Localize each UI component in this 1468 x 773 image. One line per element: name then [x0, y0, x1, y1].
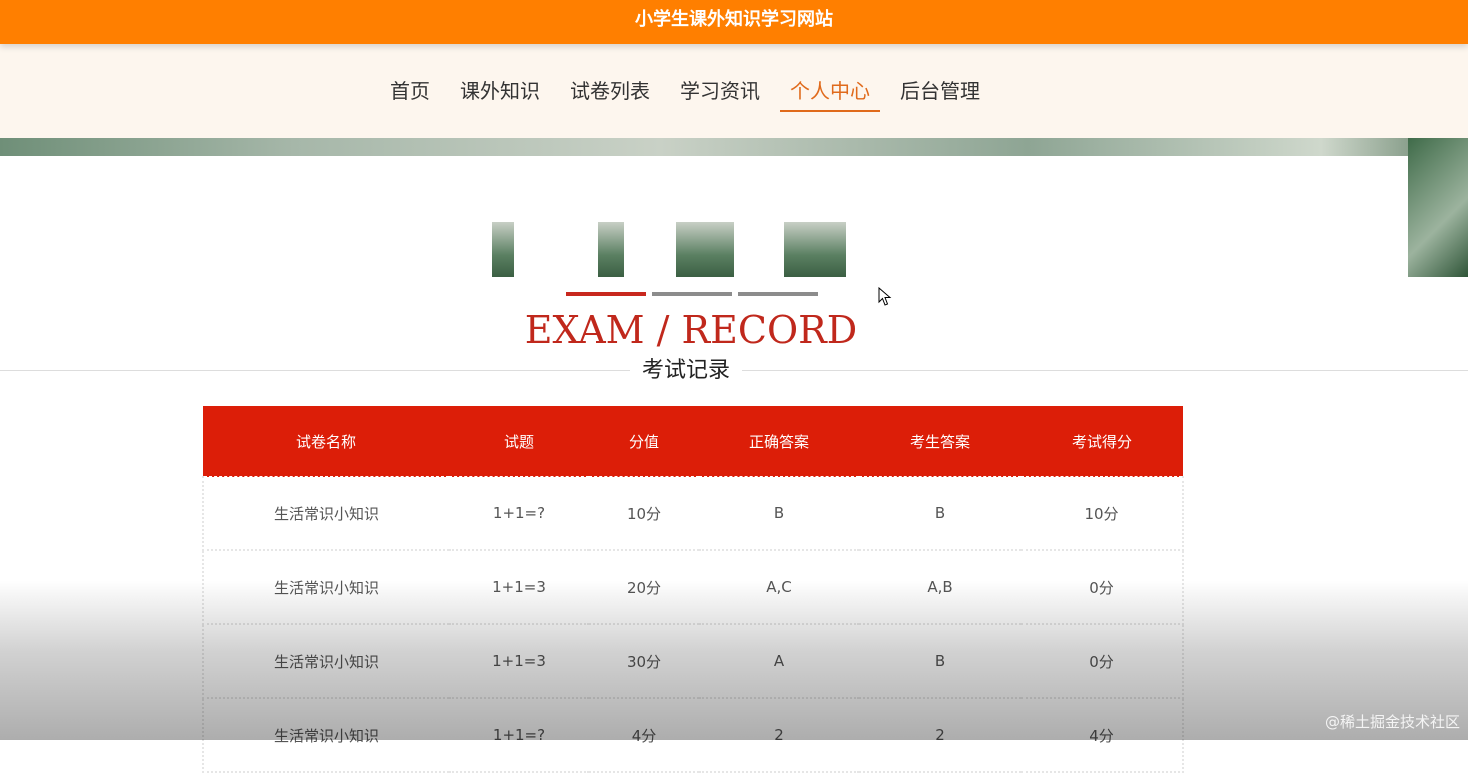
- cell-correct-answer: 2: [699, 698, 859, 772]
- carousel-indicator-3[interactable]: [738, 292, 818, 296]
- table-header-row: 试卷名称 试题 分值 正确答案 考生答案 考试得分: [203, 406, 1183, 477]
- cell-score-value: 10分: [589, 477, 699, 551]
- cell-question: 1+1=3: [449, 550, 589, 624]
- cell-score-value: 4分: [589, 698, 699, 772]
- cell-score-value: 30分: [589, 624, 699, 698]
- column-header-question: 试题: [449, 406, 589, 477]
- watermark-text: @稀土掘金技术社区: [1325, 711, 1460, 732]
- carousel-indicator-2[interactable]: [652, 292, 732, 296]
- column-header-correct-answer: 正确答案: [699, 406, 859, 477]
- column-header-exam-score: 考试得分: [1021, 406, 1183, 477]
- banner-image-letters: [492, 222, 852, 277]
- cell-correct-answer: A,C: [699, 550, 859, 624]
- cell-student-answer: 2: [859, 698, 1021, 772]
- nav-item-news[interactable]: 学习资讯: [670, 76, 770, 110]
- exam-record-table: 试卷名称 试题 分值 正确答案 考生答案 考试得分 生活常识小知识 1+1=? …: [202, 406, 1184, 773]
- nav-item-admin[interactable]: 后台管理: [890, 76, 990, 110]
- banner-carousel: [0, 138, 1468, 277]
- carousel-indicators: [566, 292, 818, 296]
- section-title-en: EXAM / RECORD: [0, 306, 1382, 354]
- site-title-bar: 小学生课外知识学习网站: [0, 0, 1468, 44]
- mouse-pointer-icon: [878, 287, 892, 307]
- cell-exam-score: 0分: [1021, 550, 1183, 624]
- cell-student-answer: A,B: [859, 550, 1021, 624]
- cell-student-answer: B: [859, 624, 1021, 698]
- carousel-indicator-1[interactable]: [566, 292, 646, 296]
- cell-exam-score: 0分: [1021, 624, 1183, 698]
- nav-item-personal-center[interactable]: 个人中心: [780, 76, 880, 112]
- table-row: 生活常识小知识 1+1=3 20分 A,C A,B 0分: [203, 550, 1183, 624]
- cell-exam-score: 10分: [1021, 477, 1183, 551]
- column-header-exam-name: 试卷名称: [203, 406, 449, 477]
- table-row: 生活常识小知识 1+1=? 4分 2 2 4分: [203, 698, 1183, 772]
- cell-exam-name: 生活常识小知识: [203, 550, 449, 624]
- column-header-score-value: 分值: [589, 406, 699, 477]
- banner-edge-image: [1408, 138, 1468, 277]
- table-row: 生活常识小知识 1+1=3 30分 A B 0分: [203, 624, 1183, 698]
- cell-exam-name: 生活常识小知识: [203, 477, 449, 551]
- nav-item-knowledge[interactable]: 课外知识: [450, 76, 550, 110]
- cell-correct-answer: B: [699, 477, 859, 551]
- nav-item-home[interactable]: 首页: [380, 76, 440, 110]
- nav-item-exam-list[interactable]: 试卷列表: [560, 76, 660, 110]
- nav-list: 首页 课外知识 试卷列表 学习资讯 个人中心 后台管理: [380, 76, 1000, 112]
- column-header-student-answer: 考生答案: [859, 406, 1021, 477]
- cell-question: 1+1=?: [449, 698, 589, 772]
- cell-exam-score: 4分: [1021, 698, 1183, 772]
- cell-student-answer: B: [859, 477, 1021, 551]
- section-title-cn: 考试记录: [630, 355, 742, 387]
- cell-correct-answer: A: [699, 624, 859, 698]
- cell-exam-name: 生活常识小知识: [203, 624, 449, 698]
- table-row: 生活常识小知识 1+1=? 10分 B B 10分: [203, 477, 1183, 551]
- site-title: 小学生课外知识学习网站: [635, 9, 833, 30]
- cell-question: 1+1=?: [449, 477, 589, 551]
- cell-score-value: 20分: [589, 550, 699, 624]
- main-nav: 首页 课外知识 试卷列表 学习资讯 个人中心 后台管理: [0, 44, 1468, 138]
- cell-exam-name: 生活常识小知识: [203, 698, 449, 772]
- cell-question: 1+1=3: [449, 624, 589, 698]
